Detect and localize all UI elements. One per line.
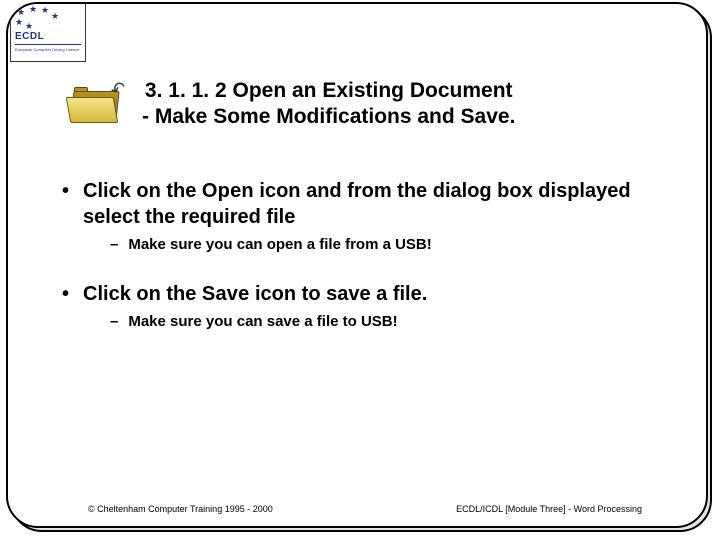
logo-caption: European Computer Driving Licence [15, 47, 81, 52]
open-folder-icon: ↶ [68, 81, 124, 127]
slide-title: 3. 1. 1. 2 Open an Existing Document - M… [142, 78, 515, 131]
title-line1: 3. 1. 1. 2 Open an Existing Document [142, 78, 515, 104]
bullet-text-prefix: Click on the [83, 283, 202, 305]
bullet-marker: • [62, 178, 69, 230]
stars-icon: ★ ★ ★ ★ ★ ★ [15, 7, 57, 29]
slide-content: • Click on the Open icon and from the di… [62, 178, 672, 358]
slide-frame: ★ ★ ★ ★ ★ ★ ECDL European Computer Drivi… [6, 2, 708, 528]
sub-bullet-marker: – [110, 313, 118, 330]
title-line2: - Make Some Modifications and Save. [142, 104, 515, 130]
bullet-marker: • [62, 281, 69, 307]
bullet-text-prefix: Click on the [83, 180, 202, 202]
bullet-item: • Click on the Open icon and from the di… [62, 178, 672, 230]
bullet-text-suffix: icon to save a file. [249, 283, 427, 305]
sub-bullet-text: Make sure you can save a file to USB! [128, 313, 397, 330]
sub-bullet-text: Make sure you can open a file from a USB… [128, 236, 431, 253]
sub-bullet-item: – Make sure you can open a file from a U… [110, 236, 672, 253]
ecdl-logo: ★ ★ ★ ★ ★ ★ ECDL European Computer Drivi… [10, 2, 86, 62]
sub-bullet-item: – Make sure you can save a file to USB! [110, 313, 672, 330]
footer-left: © Cheltenham Computer Training 1995 - 20… [88, 504, 273, 514]
footer-right: ECDL/ICDL [Module Three] - Word Processi… [456, 504, 642, 514]
sub-bullet-marker: – [110, 236, 118, 253]
logo-label: ECDL [15, 31, 81, 42]
bullet-strong: Save [202, 283, 250, 305]
bullet-strong: Open [202, 180, 254, 202]
slide-footer: © Cheltenham Computer Training 1995 - 20… [8, 504, 706, 514]
bullet-item: • Click on the Save icon to save a file. [62, 281, 672, 307]
